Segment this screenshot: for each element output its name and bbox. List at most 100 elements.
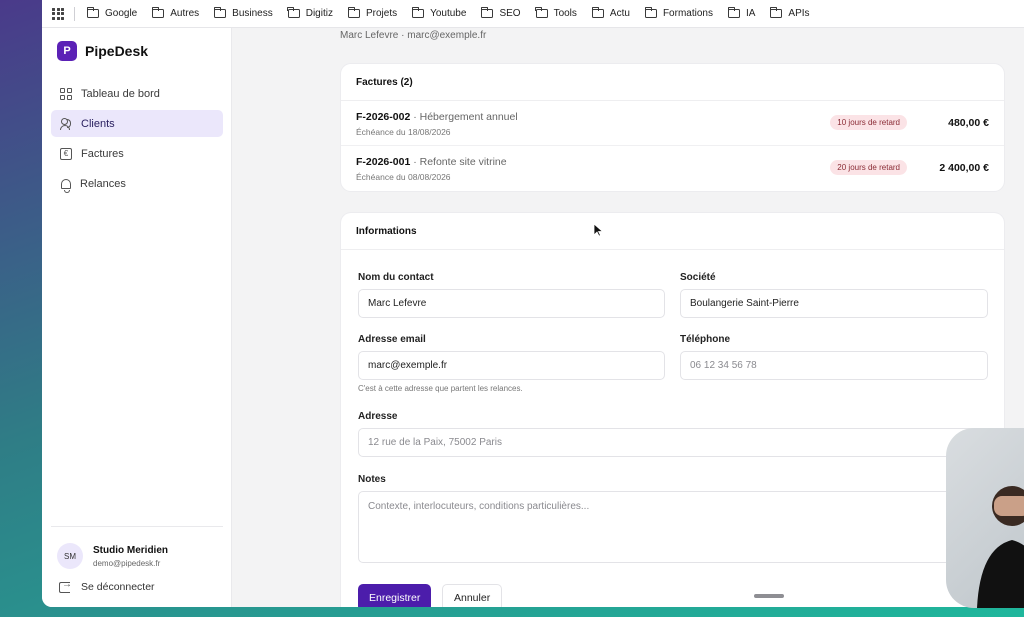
sidebar-item-label: Clients <box>81 117 115 130</box>
information-card-title: Informations <box>341 213 1004 250</box>
bookmark-autres[interactable]: Autres <box>151 7 200 19</box>
bookmark-label: Autres <box>170 8 200 19</box>
email-hint: C'est à cette adresse que partent les re… <box>358 384 523 393</box>
main-content: Marc Lefevre · marc@exemple.fr Factures … <box>233 28 1024 607</box>
folder-icon <box>770 7 783 18</box>
phone-field[interactable]: 06 12 34 56 78 <box>680 351 988 380</box>
bookmark-label: IA <box>745 8 756 19</box>
folder-icon <box>644 7 657 18</box>
email-label: Adresse email <box>358 334 426 345</box>
overdue-badge: 10 jours de retard <box>830 115 907 130</box>
bookmark-digitiz[interactable]: Digitiz <box>287 7 333 19</box>
bookmark-label: APIs <box>788 8 810 19</box>
bookmark-apis[interactable]: APIs <box>770 7 810 19</box>
mouse-cursor-icon <box>593 223 603 237</box>
browser-window: Google Autres Business Digitiz Projets Y… <box>42 0 1024 607</box>
avatar: SM <box>57 543 83 569</box>
folder-icon <box>411 7 425 18</box>
invoices-card-title: Factures (2) <box>341 64 1004 101</box>
sidebar-nav: Tableau de bord Clients € Factures Relan… <box>51 80 223 200</box>
bookmark-label: Google <box>105 8 138 19</box>
cancel-button[interactable]: Annuler <box>442 584 503 607</box>
invoice-row[interactable]: F-2026-001 · Refonte site vitrine Échéan… <box>341 146 1004 191</box>
invoices-card: Factures (2) F-2026-002 · Hébergement an… <box>340 63 1005 192</box>
address-label: Adresse <box>358 411 398 422</box>
sidebar-item-clients[interactable]: Clients <box>51 110 223 137</box>
webcam-overlay <box>946 428 1024 608</box>
save-button[interactable]: Enregistrer <box>358 584 432 607</box>
logout-icon <box>59 579 72 593</box>
notes-label: Notes <box>358 474 386 485</box>
scroll-handle[interactable] <box>754 594 784 598</box>
email-field[interactable]: marc@exemple.fr <box>358 351 665 380</box>
invoice-number: F-2026-002 <box>356 111 411 123</box>
invoice-due-date: Échéance du 08/08/2026 <box>356 172 451 182</box>
user-info: Studio Meridien demo@pipedesk.fr <box>93 545 168 568</box>
dashboard-grid-icon <box>60 87 72 100</box>
contact-name-label: Nom du contact <box>358 272 434 283</box>
information-card: Informations Nom du contact Marc Lefevre… <box>340 212 1005 607</box>
address-field[interactable]: 12 rue de la Paix, 75002 Paris <box>358 428 988 457</box>
client-contact-line: Marc Lefevre · marc@exemple.fr <box>340 30 487 41</box>
user-profile[interactable]: SM Studio Meridien demo@pipedesk.fr <box>57 543 168 569</box>
user-name: Studio Meridien <box>93 544 168 556</box>
brand[interactable]: P PipeDesk <box>57 41 148 61</box>
bookmark-label: Projets <box>365 8 398 19</box>
webcam-person-silhouette <box>977 486 1024 608</box>
bookmark-projets[interactable]: Projets <box>347 7 398 19</box>
bookmark-actu[interactable]: Actu <box>591 7 630 19</box>
invoice-row[interactable]: F-2026-002 · Hébergement annuel Échéance… <box>341 101 1004 146</box>
bookmark-label: Tools <box>553 8 577 19</box>
apps-grid-icon[interactable] <box>52 7 64 20</box>
bookmark-label: Youtube <box>430 8 467 19</box>
sidebar-item-tableau-de-bord[interactable]: Tableau de bord <box>51 80 223 107</box>
company-label: Société <box>680 272 716 283</box>
sidebar-item-label: Tableau de bord <box>81 87 160 100</box>
invoice-description: · Refonte site vitrine <box>410 156 507 168</box>
bookmark-formations[interactable]: Formations <box>644 7 713 19</box>
bookmark-youtube[interactable]: Youtube <box>411 7 467 19</box>
users-icon <box>60 117 72 130</box>
bookmark-label: SEO <box>499 8 521 19</box>
folder-icon <box>213 7 227 18</box>
invoice-due-date: Échéance du 18/08/2026 <box>356 127 451 137</box>
bookmark-tools[interactable]: Tools <box>535 7 577 19</box>
bookmark-label: Actu <box>609 8 630 19</box>
overdue-badge: 20 jours de retard <box>830 160 907 175</box>
notes-textarea[interactable]: Contexte, interlocuteurs, conditions par… <box>358 491 988 563</box>
bookmark-business[interactable]: Business <box>213 7 273 19</box>
company-field[interactable]: Boulangerie Saint-Pierre <box>680 289 988 318</box>
bookmarks-bar: Google Autres Business Digitiz Projets Y… <box>42 0 1024 28</box>
user-email: demo@pipedesk.fr <box>93 558 161 568</box>
folder-icon <box>151 7 165 18</box>
sidebar-item-label: Relances <box>80 177 126 190</box>
invoice-icon: € <box>60 147 72 160</box>
phone-label: Téléphone <box>680 334 731 345</box>
bookmark-ia[interactable]: IA <box>727 7 756 19</box>
sidebar-item-label: Factures <box>81 147 124 160</box>
folder-icon <box>535 7 548 18</box>
invoice-description: · Hébergement annuel <box>410 111 518 123</box>
bell-icon <box>61 178 71 193</box>
folder-icon <box>727 7 740 18</box>
invoice-amount: 480,00 € <box>948 117 989 129</box>
sidebar: P PipeDesk Tableau de bord Clients € Fac… <box>42 28 232 607</box>
bookmark-google[interactable]: Google <box>86 7 138 19</box>
sidebar-item-factures[interactable]: € Factures <box>51 140 223 167</box>
folder-icon <box>347 7 360 18</box>
bookmarks-separator <box>74 6 75 21</box>
invoice-amount: 2 400,00 € <box>939 162 989 174</box>
contact-name-field[interactable]: Marc Lefevre <box>358 289 665 318</box>
bookmark-label: Business <box>232 8 273 19</box>
invoice-heading: F-2026-002 · Hébergement annuel <box>356 111 518 123</box>
invoice-heading: F-2026-001 · Refonte site vitrine <box>356 156 507 168</box>
sidebar-item-relances[interactable]: Relances <box>51 170 223 197</box>
logout-button[interactable]: Se déconnecter <box>59 579 155 593</box>
bookmark-label: Digitiz <box>305 8 333 19</box>
invoice-number: F-2026-001 <box>356 156 411 168</box>
folder-icon <box>591 7 604 18</box>
folder-icon <box>86 7 99 18</box>
bookmark-label: Formations <box>662 8 713 19</box>
logout-label: Se déconnecter <box>81 581 155 593</box>
bookmark-seo[interactable]: SEO <box>481 7 521 19</box>
